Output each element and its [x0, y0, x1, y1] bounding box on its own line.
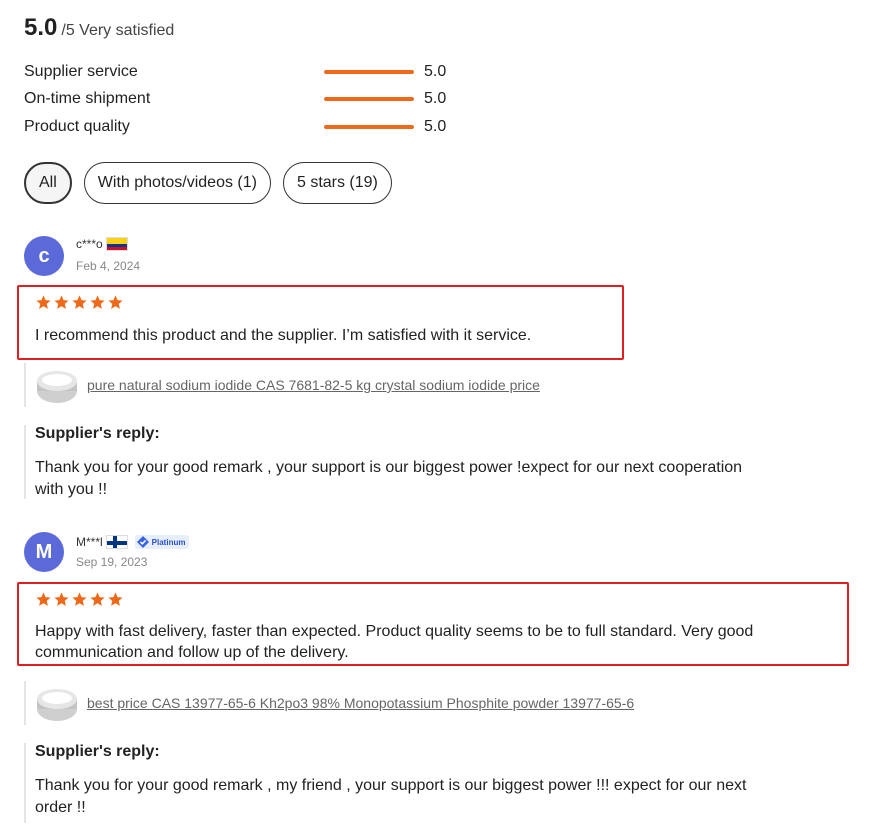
reply-text-line: Thank you for your good remark , your su…	[35, 459, 743, 476]
star-rating	[35, 294, 124, 311]
star-icon	[54, 295, 69, 309]
review-filters: All With photos/videos (1) 5 stars (19)	[24, 162, 392, 204]
review-date: Sep 19, 2023	[76, 555, 148, 569]
metric-label: Product quality	[24, 118, 130, 135]
product-link[interactable]: best price CAS 13977-65-6 Kh2po3 98% Mon…	[87, 695, 634, 711]
star-icon	[54, 592, 69, 606]
metric-value: 5.0	[424, 63, 447, 80]
review-text-line: communication and follow up of the deliv…	[35, 644, 349, 661]
review-content-highlight: Happy with fast delivery, faster than ex…	[17, 582, 849, 666]
star-rating	[35, 591, 124, 608]
review-text-line: Happy with fast delivery, faster than ex…	[35, 623, 754, 640]
product-link[interactable]: pure natural sodium iodide CAS 7681-82-5…	[87, 377, 540, 393]
metric-value: 5.0	[424, 90, 447, 107]
colombia-flag-icon	[105, 237, 128, 251]
avatar: c	[24, 236, 64, 276]
metric-bar-fill	[324, 97, 414, 101]
reviewer-username: c***o	[76, 237, 103, 251]
avatar: M	[24, 532, 64, 572]
review-content-highlight: I recommend this product and the supplie…	[17, 285, 624, 360]
star-icon	[108, 592, 123, 606]
finland-flag-icon	[105, 535, 128, 549]
metric-label: On-time shipment	[24, 90, 151, 107]
star-icon	[72, 592, 87, 606]
star-icon	[90, 295, 105, 309]
reply-title: Supplier's reply:	[35, 743, 160, 760]
filter-with-photos-videos[interactable]: With photos/videos (1)	[83, 162, 271, 204]
reviewed-product[interactable]: best price CAS 13977-65-6 Kh2po3 98% Mon…	[24, 681, 634, 725]
overall-score-label: /5 Very satisfied	[61, 22, 175, 39]
reviewer-name: M***l Platinum	[76, 535, 190, 549]
filter-all[interactable]: All	[24, 162, 72, 204]
reviewer-name: c***o	[76, 237, 128, 251]
metric-value: 5.0	[424, 118, 447, 135]
reviewer-username: M***l	[76, 535, 103, 549]
review-text: I recommend this product and the supplie…	[35, 325, 531, 346]
metric-supplier-service: Supplier service 5.0	[24, 61, 464, 83]
star-icon	[72, 295, 87, 309]
platinum-badge: Platinum	[134, 535, 190, 549]
review-text-line: I recommend this product and the supplie…	[35, 327, 532, 344]
reply-text: Thank you for your good remark , your su…	[35, 457, 825, 501]
metric-bar	[324, 125, 414, 129]
powder-jar-icon	[37, 689, 77, 721]
star-icon	[90, 592, 105, 606]
reviewed-product[interactable]: pure natural sodium iodide CAS 7681-82-5…	[24, 363, 540, 407]
metric-bar	[324, 70, 414, 74]
star-icon	[36, 592, 51, 606]
powder-jar-icon	[37, 371, 77, 403]
reply-text: Thank you for your good remark , my frie…	[35, 775, 825, 819]
rating-summary: 5.0 /5 Very satisfied	[24, 14, 174, 42]
verified-diamond-icon	[136, 536, 149, 548]
reply-text-line: Thank you for your good remark , my frie…	[35, 777, 747, 794]
supplier-reply: Supplier's reply: Thank you for your goo…	[24, 425, 825, 499]
reply-text-line: with you !!	[35, 481, 108, 498]
review-text: Happy with fast delivery, faster than ex…	[35, 621, 753, 663]
supplier-reply: Supplier's reply: Thank you for your goo…	[24, 743, 825, 823]
metric-label: Supplier service	[24, 63, 138, 80]
reply-title: Supplier's reply:	[35, 425, 160, 442]
metric-bar-fill	[324, 70, 414, 74]
filter-5-stars[interactable]: 5 stars (19)	[282, 162, 392, 204]
badge-label: Platinum	[151, 537, 186, 547]
product-thumbnail[interactable]	[35, 365, 79, 405]
star-icon	[108, 295, 123, 309]
reply-text-line: order !!	[35, 799, 86, 816]
product-thumbnail[interactable]	[35, 683, 79, 723]
star-icon	[36, 295, 51, 309]
overall-score: 5.0	[24, 14, 58, 41]
review-date: Feb 4, 2024	[76, 259, 141, 273]
metric-on-time-shipment: On-time shipment 5.0	[24, 88, 464, 110]
metric-bar-fill	[324, 125, 414, 129]
metric-bar	[324, 97, 414, 101]
metric-product-quality: Product quality 5.0	[24, 116, 464, 138]
